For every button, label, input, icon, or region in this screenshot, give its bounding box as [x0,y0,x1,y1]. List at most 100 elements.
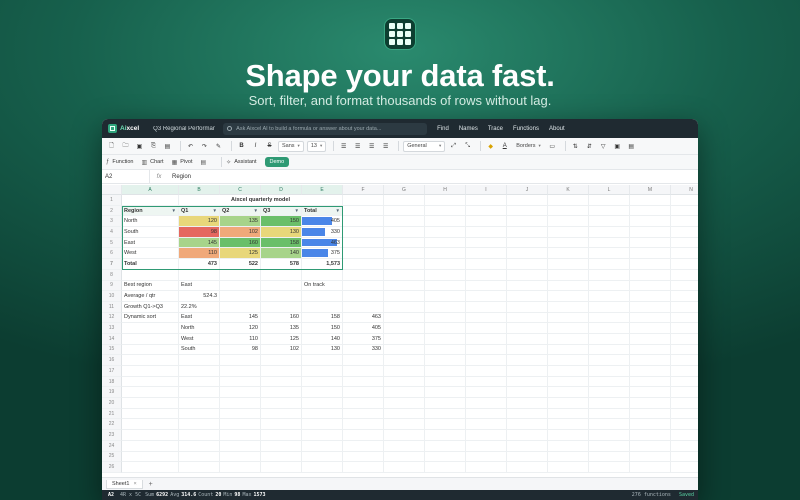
cell[interactable] [548,440,589,452]
cell[interactable] [589,376,630,388]
name-box[interactable]: A2 [102,170,150,183]
cell[interactable] [671,462,698,473]
cell[interactable] [425,430,466,441]
cell[interactable] [384,419,425,431]
row-header[interactable]: 11 [102,301,122,313]
cell[interactable] [671,387,698,399]
cell[interactable] [384,195,425,206]
cell[interactable] [548,291,589,302]
cell[interactable] [548,248,589,260]
cell[interactable] [507,205,548,217]
menu-find[interactable]: Find [437,126,449,132]
cell[interactable] [630,216,671,228]
filter-dropdown-icon[interactable]: ▼ [254,208,258,213]
cell[interactable] [261,462,302,473]
cell[interactable] [548,301,589,313]
redo-icon[interactable]: ↷ [199,141,210,152]
new-file-icon[interactable]: 🗋 [106,141,117,152]
cell[interactable]: 125 [261,333,302,345]
cell[interactable] [425,291,466,302]
open-file-icon[interactable]: 🗀 [120,141,131,152]
font-size-select[interactable]: 13 ▾ [306,140,327,152]
cell[interactable] [589,440,630,452]
cell[interactable] [589,462,630,473]
cell[interactable] [261,451,302,463]
cell[interactable] [589,216,630,228]
cell[interactable] [261,291,302,302]
cell[interactable] [384,333,425,345]
cell[interactable] [302,269,343,281]
cell[interactable] [466,333,507,345]
cell[interactable] [630,408,671,420]
column-header-e[interactable]: E [302,185,343,195]
cell[interactable] [466,462,507,473]
cell[interactable] [122,355,179,366]
cell[interactable] [384,366,425,377]
cell[interactable]: 473 [179,259,220,270]
cell[interactable] [630,355,671,366]
cell[interactable] [671,313,698,324]
cell[interactable] [507,333,548,345]
cell[interactable]: 405 [302,216,343,228]
cell[interactable] [425,408,466,420]
cell[interactable] [671,345,698,356]
cell[interactable] [384,440,425,452]
row-header[interactable]: 9 [102,280,122,292]
cell[interactable] [671,355,698,366]
column-header-n[interactable]: N [671,185,698,195]
cell[interactable]: 145 [179,237,220,249]
cell[interactable] [384,408,425,420]
row-header[interactable]: 10 [102,291,122,302]
cell[interactable]: Average / qtr [122,291,179,302]
cell[interactable] [425,205,466,217]
row-header[interactable]: 5 [102,237,122,249]
document-title[interactable]: Q3 Regional Performanc [153,126,215,132]
cell[interactable] [466,366,507,377]
cell[interactable] [220,376,261,388]
cell[interactable]: 1,573 [302,259,343,270]
cell[interactable] [630,387,671,399]
cell[interactable] [589,237,630,249]
cell[interactable] [220,440,261,452]
cell[interactable] [220,398,261,409]
cell[interactable] [384,355,425,366]
cell[interactable] [122,398,179,409]
cell[interactable]: North [122,216,179,228]
cell[interactable] [179,376,220,388]
cell[interactable] [548,408,589,420]
spreadsheet-grid[interactable]: ABCDEFGHIJKLMN 1 Aixcel quarterly model 2 R… [102,185,698,477]
cell[interactable] [589,419,630,431]
cell[interactable]: Q2 ▼ [220,205,261,217]
cell[interactable] [343,259,384,270]
cell[interactable] [425,227,466,238]
row-header[interactable]: 4 [102,227,122,238]
cell[interactable] [671,419,698,431]
cell[interactable] [630,205,671,217]
cell[interactable] [671,452,698,463]
cell[interactable] [630,451,671,463]
cell[interactable] [384,312,425,324]
cell[interactable] [671,238,698,249]
cell[interactable]: 160 [220,237,261,249]
cell[interactable]: Best region [122,280,179,292]
cell[interactable] [425,269,466,281]
cell[interactable] [425,440,466,452]
cell[interactable] [466,195,507,206]
cell[interactable] [343,440,384,452]
cell[interactable] [507,419,548,431]
cell[interactable] [507,259,548,270]
cell[interactable]: 22.2% [179,301,220,313]
menu-names[interactable]: Names [459,126,478,132]
sort-asc-icon[interactable]: ⇅ [570,141,581,152]
cell[interactable] [466,280,507,292]
cell[interactable] [343,280,384,292]
cell[interactable] [507,248,548,260]
cell[interactable] [261,269,302,281]
cell[interactable] [671,302,698,313]
cell[interactable] [671,270,698,281]
cell[interactable] [122,376,179,388]
row-header[interactable]: 1 [102,195,122,206]
cell[interactable] [671,281,698,292]
cell[interactable] [671,334,698,345]
cell[interactable] [630,195,671,206]
